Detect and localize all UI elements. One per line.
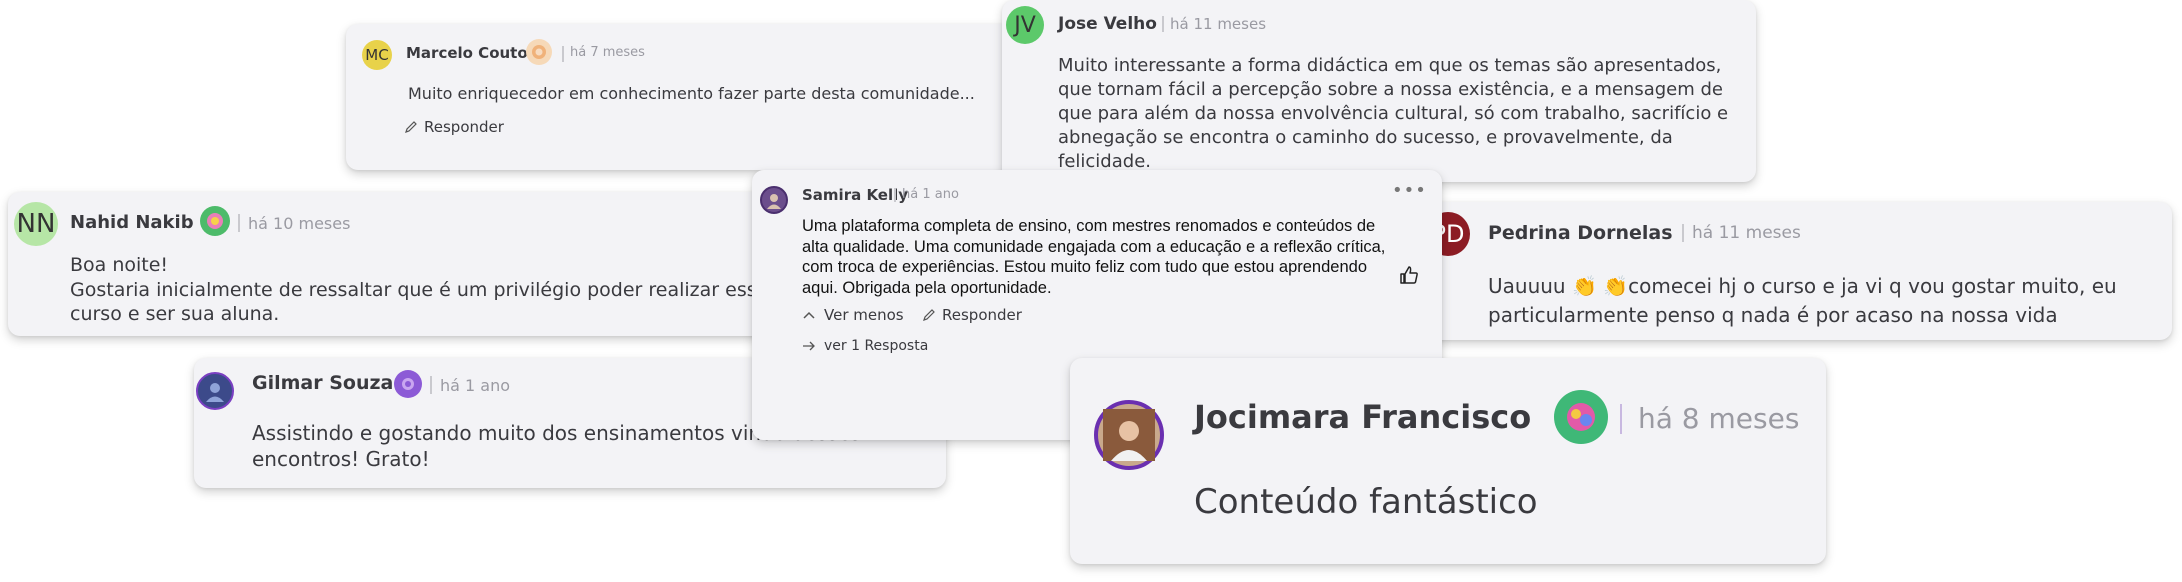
see-less-label: Ver menos xyxy=(824,306,904,324)
comment-time: há 8 meses xyxy=(1638,402,1800,435)
level-badge-icon xyxy=(394,370,422,398)
avatar[interactable] xyxy=(1094,400,1164,470)
reply-label: Responder xyxy=(942,306,1022,324)
comment-time: há 1 ano xyxy=(902,187,959,202)
author-name[interactable]: Samira Kelly xyxy=(802,186,908,204)
see-less-button[interactable]: Ver menos xyxy=(802,306,904,324)
avatar[interactable] xyxy=(760,186,788,214)
avatar[interactable]: JV xyxy=(1006,6,1044,44)
comment-card-marcelo: MC Marcelo Couto há 7 meses Muito enriqu… xyxy=(346,24,1086,170)
level-badge-icon xyxy=(200,206,230,236)
comment-time: há 11 meses xyxy=(1692,223,1801,243)
chevron-up-icon xyxy=(803,311,815,319)
comment-card-jose: JV Jose Velho há 11 meses Muito interess… xyxy=(1002,0,1756,182)
view-replies-label: ver 1 Resposta xyxy=(824,338,929,354)
comment-text-line1: Boa noite! xyxy=(70,254,169,276)
arrow-right-icon xyxy=(803,341,815,351)
comment-text-line2: Gostaria inicialmente de ressaltar que é… xyxy=(70,279,769,325)
author-name[interactable]: Nahid Nakib xyxy=(70,212,194,233)
comment-card-nahid: NN Nahid Nakib há 10 meses Boa noite! Go… xyxy=(8,192,788,336)
clap-icon: 👏 xyxy=(1603,274,1629,298)
author-name[interactable]: Jocimara Francisco xyxy=(1194,398,1531,436)
pencil-icon xyxy=(923,309,935,321)
text-part: Uauuuu xyxy=(1488,274,1572,298)
comment-time: há 10 meses xyxy=(248,214,351,233)
comment-card-pedrina: PD Pedrina Dornelas há 11 meses Uauuuu 👏… xyxy=(1420,202,2172,340)
comment-time: há 7 meses xyxy=(570,45,645,60)
author-name[interactable]: Gilmar Souza xyxy=(252,372,393,394)
thumbs-up-icon[interactable] xyxy=(1398,264,1420,290)
comment-text: Uma plataforma completa de ensino, com m… xyxy=(802,217,1386,297)
avatar[interactable]: NN xyxy=(14,202,58,246)
avatar[interactable]: MC xyxy=(362,40,392,70)
comment-time: há 1 ano xyxy=(440,376,511,395)
reply-label: Responder xyxy=(424,118,504,136)
clap-icon: 👏 xyxy=(1571,274,1597,298)
reply-button[interactable]: Responder xyxy=(404,118,504,136)
author-name[interactable]: Pedrina Dornelas xyxy=(1488,222,1673,244)
comment-card-jocimara: Jocimara Francisco há 8 meses Conteúdo f… xyxy=(1070,358,1826,564)
comment-text: Muito enriquecedor em conhecimento fazer… xyxy=(408,84,975,103)
author-name[interactable]: Marcelo Couto xyxy=(406,44,528,62)
author-name[interactable]: Jose Velho xyxy=(1058,14,1157,34)
more-icon[interactable]: ••• xyxy=(1392,180,1427,201)
level-badge-icon xyxy=(1554,390,1608,444)
level-badge-icon xyxy=(526,39,552,65)
comment-text: Conteúdo fantástico xyxy=(1194,482,1538,522)
comment-text: Uauuuu 👏 👏comecei hj o curso e ja vi q v… xyxy=(1488,272,2168,330)
reply-button[interactable]: Responder xyxy=(922,306,1022,324)
avatar[interactable] xyxy=(196,372,234,410)
pencil-icon xyxy=(405,121,417,133)
comment-time: há 11 meses xyxy=(1170,15,1267,33)
view-replies-button[interactable]: ver 1 Resposta xyxy=(802,338,928,354)
comment-text: Muito interessante a forma didáctica em … xyxy=(1058,55,1729,172)
